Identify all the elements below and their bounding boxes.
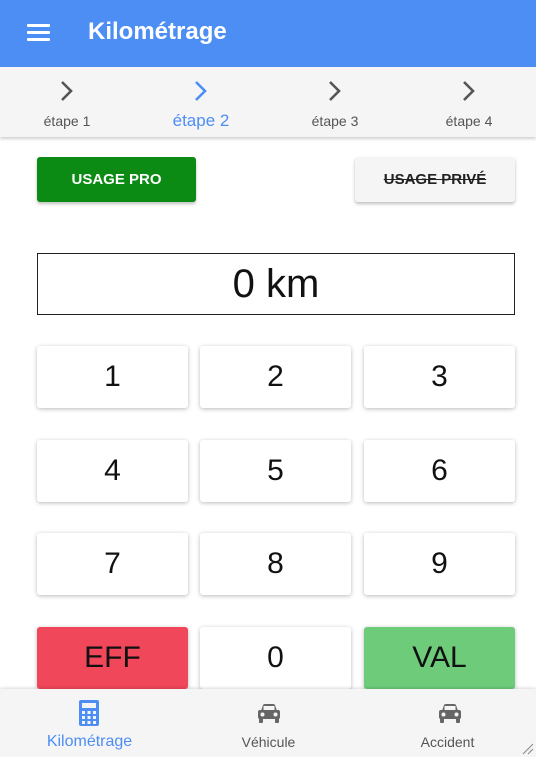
app-bar: Kilométrage: [0, 0, 536, 67]
resize-grip-icon[interactable]: [522, 743, 534, 755]
usage-pro-button[interactable]: USAGE PRO: [37, 157, 196, 202]
clear-button[interactable]: EFF: [37, 627, 188, 689]
key-4[interactable]: 4: [37, 440, 188, 502]
nav-item-accident[interactable]: Accident: [358, 689, 536, 757]
bottom-nav: Kilométrage Véhicule Accident: [0, 689, 536, 757]
nav-label: Véhicule: [241, 734, 296, 750]
key-7[interactable]: 7: [37, 533, 188, 595]
validate-button[interactable]: VAL: [364, 627, 515, 689]
chevron-right-icon: [195, 81, 207, 101]
step-4[interactable]: étape 4: [402, 67, 536, 137]
step-3[interactable]: étape 3: [268, 67, 402, 137]
chevron-right-icon: [61, 81, 73, 101]
chevron-right-icon: [463, 81, 475, 101]
key-1[interactable]: 1: [37, 346, 188, 408]
key-3[interactable]: 3: [364, 346, 515, 408]
key-5[interactable]: 5: [200, 440, 351, 502]
key-2[interactable]: 2: [200, 346, 351, 408]
car-icon: [258, 704, 280, 723]
key-0[interactable]: 0: [200, 627, 351, 689]
nav-item-vehicule[interactable]: Véhicule: [179, 689, 358, 757]
key-6[interactable]: 6: [364, 440, 515, 502]
calculator-icon: [79, 700, 99, 726]
mileage-display: 0 km: [37, 253, 515, 315]
step-label: étape 3: [311, 113, 359, 129]
nav-item-kilometrage[interactable]: Kilométrage: [0, 689, 179, 757]
car-icon: [439, 704, 461, 723]
nav-label: Kilométrage: [46, 733, 133, 750]
nav-label: Accident: [420, 734, 475, 750]
key-9[interactable]: 9: [364, 533, 515, 595]
hamburger-menu-icon[interactable]: [27, 24, 50, 42]
stepper: étape 1 étape 2 étape 3 étape 4: [0, 67, 536, 137]
step-1[interactable]: étape 1: [0, 67, 134, 137]
step-label: étape 4: [445, 113, 493, 129]
step-label: étape 2: [172, 111, 230, 130]
usage-prive-button[interactable]: USAGE PRIVÉ: [355, 157, 515, 202]
chevron-right-icon: [329, 81, 341, 101]
key-8[interactable]: 8: [200, 533, 351, 595]
step-label: étape 1: [43, 113, 91, 129]
page-title: Kilométrage: [88, 18, 227, 45]
step-2[interactable]: étape 2: [134, 67, 268, 137]
